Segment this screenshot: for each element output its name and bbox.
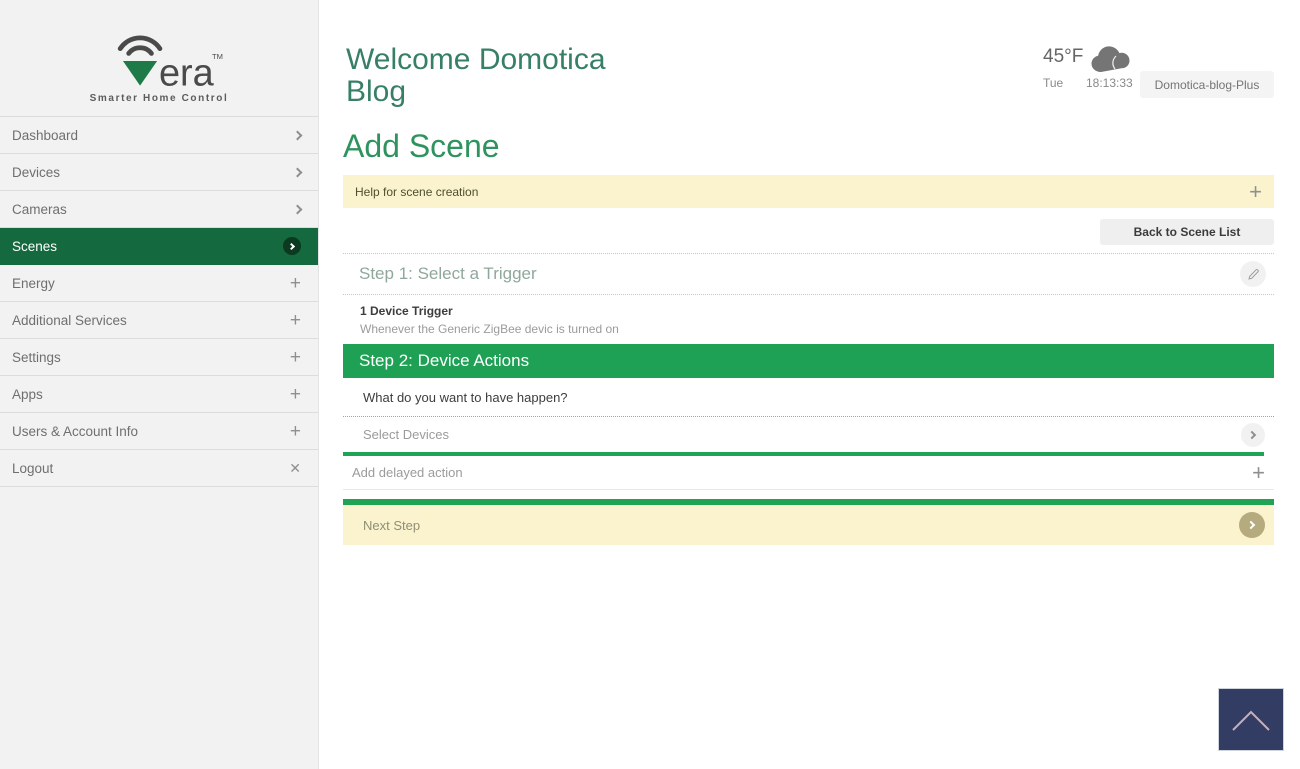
sidebar-item-dashboard[interactable]: Dashboard: [0, 117, 318, 154]
step2-title: Step 2: Device Actions: [359, 351, 529, 371]
sidebar-item-label: Settings: [12, 350, 61, 365]
edit-trigger-button[interactable]: [1240, 261, 1266, 287]
sidebar-item-users-account-info[interactable]: Users & Account Info +: [0, 413, 318, 450]
step2-question-label: What do you want to have happen?: [363, 390, 568, 405]
select-devices-label: Select Devices: [363, 427, 449, 442]
help-banner-label: Help for scene creation: [355, 185, 478, 199]
step1-title: Step 1: Select a Trigger: [359, 264, 537, 284]
sidebar-item-label: Additional Services: [12, 313, 127, 328]
sidebar-item-cameras[interactable]: Cameras: [0, 191, 318, 228]
brand-tagline: Smarter Home Control: [90, 93, 229, 104]
sidebar-item-label: Energy: [12, 276, 55, 291]
select-devices-row[interactable]: Select Devices: [343, 417, 1274, 452]
chevron-right-circle-icon[interactable]: [1239, 512, 1265, 538]
sidebar-item-energy[interactable]: Energy +: [0, 265, 318, 302]
sidebar-item-logout[interactable]: Logout ✕: [0, 450, 318, 487]
sidebar-item-label: Users & Account Info: [12, 424, 138, 439]
sidebar-item-label: Logout: [12, 461, 53, 476]
sidebar-item-label: Dashboard: [12, 128, 78, 143]
trigger-description: Whenever the Generic ZigBee devic is tur…: [360, 322, 619, 336]
svg-text:era: era: [159, 52, 215, 94]
clock-time: 18:13:33: [1086, 76, 1133, 90]
next-step-label: Next Step: [363, 518, 420, 533]
chevron-right-icon: [293, 204, 303, 214]
chevron-up-icon: [1229, 708, 1273, 732]
chevron-right-icon: [293, 167, 303, 177]
sidebar-item-label: Devices: [12, 165, 60, 180]
plus-icon: +: [290, 274, 301, 293]
page-title: Add Scene: [343, 128, 500, 165]
plus-icon: +: [290, 422, 301, 441]
chevron-right-circle-icon: [283, 237, 301, 255]
next-step-bar[interactable]: Next Step: [343, 505, 1274, 545]
back-to-scene-list-button[interactable]: Back to Scene List: [1100, 219, 1274, 245]
chevron-right-icon: [293, 130, 303, 140]
trigger-summary: 1 Device Trigger Whenever the Generic Zi…: [360, 304, 619, 336]
vera-logo-icon: era TM: [93, 25, 225, 97]
sidebar-item-devices[interactable]: Devices: [0, 154, 318, 191]
weekday-label: Tue: [1043, 76, 1063, 90]
controller-button[interactable]: Domotica-blog-Plus: [1140, 71, 1274, 98]
sidebar-menu: DashboardDevicesCamerasScenesEnergy+Addi…: [0, 116, 318, 487]
sidebar-item-settings[interactable]: Settings +: [0, 339, 318, 376]
sidebar-item-additional-services[interactable]: Additional Services +: [0, 302, 318, 339]
step2-question: What do you want to have happen?: [343, 378, 1274, 417]
add-delayed-action-label: Add delayed action: [352, 465, 463, 480]
sidebar-item-label: Apps: [12, 387, 43, 402]
pencil-icon: [1247, 268, 1260, 281]
sidebar-item-label: Scenes: [12, 239, 57, 254]
close-icon: ✕: [289, 461, 301, 475]
plus-icon[interactable]: +: [1252, 462, 1265, 484]
sidebar-item-label: Cameras: [12, 202, 67, 217]
step1-header: Step 1: Select a Trigger: [343, 253, 1274, 295]
next-step-button[interactable]: Next Step: [343, 499, 1274, 545]
cloud-icon: [1088, 42, 1134, 79]
sidebar-item-scenes[interactable]: Scenes: [0, 228, 318, 265]
step2-header: Step 2: Device Actions: [343, 344, 1274, 378]
plus-icon: +: [290, 348, 301, 367]
chevron-right-icon[interactable]: [1241, 423, 1265, 447]
app-window: era TM Smarter Home Control Dashboard Dev…: [0, 0, 1300, 769]
trigger-count: 1 Device Trigger: [360, 304, 619, 318]
plus-icon: +: [290, 311, 301, 330]
sidebar-item-apps[interactable]: Apps +: [0, 376, 318, 413]
svg-text:TM: TM: [212, 52, 223, 61]
help-banner[interactable]: Help for scene creation +: [343, 175, 1274, 208]
sidebar: era TM Smarter Home Control Dashboard Dev…: [0, 0, 319, 769]
vera-logo: era TM Smarter Home Control: [0, 0, 318, 116]
plus-icon: +: [290, 385, 301, 404]
plus-icon[interactable]: +: [1249, 181, 1262, 203]
scroll-to-top-button[interactable]: [1218, 688, 1284, 751]
temperature-value: 45°F: [1043, 46, 1083, 68]
add-delayed-action-row[interactable]: Add delayed action +: [343, 456, 1274, 490]
welcome-heading: Welcome Domotica Blog: [346, 44, 646, 107]
